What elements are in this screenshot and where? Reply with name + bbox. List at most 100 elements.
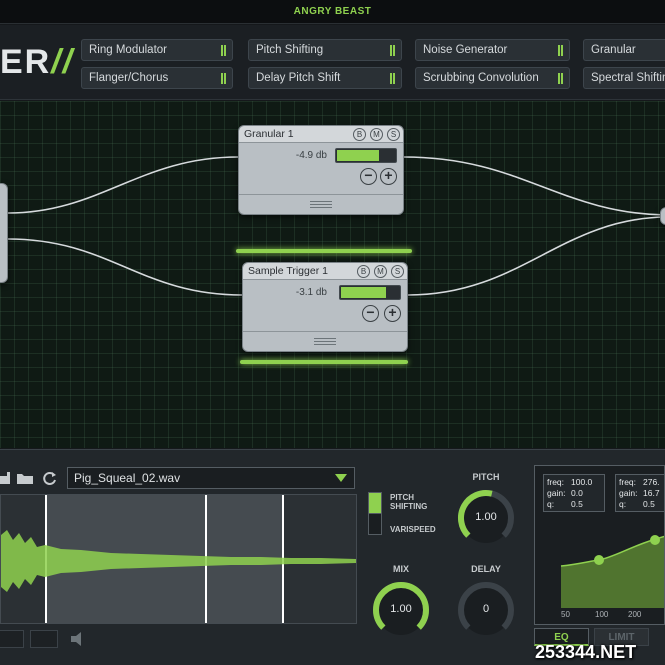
selection-indicator-bottom bbox=[240, 360, 408, 364]
source-node[interactable] bbox=[0, 183, 8, 283]
pitch-shifting-switch[interactable] bbox=[368, 492, 382, 514]
gain-value: 16.7 bbox=[643, 488, 660, 498]
q-value: 0.5 bbox=[643, 499, 655, 509]
selection-indicator-top bbox=[236, 249, 412, 253]
wire-out-sampler bbox=[407, 216, 665, 296]
node-gain-readout: -3.1 db bbox=[295, 287, 327, 298]
varispeed-switch[interactable] bbox=[368, 513, 382, 535]
drag-grip-icon[interactable] bbox=[390, 73, 395, 84]
delay-value: 0 bbox=[482, 603, 490, 615]
effect-scrubbing-convolution[interactable]: Scrubbing Convolution bbox=[415, 67, 570, 89]
effect-delay-pitch-shift[interactable]: Delay Pitch Shift bbox=[248, 67, 402, 89]
output-port[interactable] bbox=[660, 207, 665, 225]
node-title: Granular 1 bbox=[244, 128, 294, 140]
node-header[interactable]: Granular 1 B M S bbox=[239, 126, 403, 143]
node-granular-1[interactable]: Granular 1 B M S -4.9 db − + bbox=[238, 125, 404, 215]
minus-button[interactable]: − bbox=[360, 168, 377, 185]
logo-slashes: // bbox=[51, 43, 75, 81]
node-graph[interactable]: Granular 1 B M S -4.9 db − + Sample Trig… bbox=[0, 101, 665, 448]
gain-label: gain: bbox=[547, 488, 566, 498]
wire-in-sampler bbox=[7, 238, 243, 296]
mix-knob-title: MIX bbox=[392, 564, 409, 574]
freq-label: freq: bbox=[547, 477, 565, 487]
sample-file-name: Pig_Squeal_02.wav bbox=[74, 471, 181, 485]
node-header[interactable]: Sample Trigger 1 B M S bbox=[243, 263, 407, 280]
plus-button[interactable]: + bbox=[380, 168, 397, 185]
effect-flanger-chorus[interactable]: Flanger/Chorus bbox=[81, 67, 233, 89]
mix-knob[interactable]: 1.00 bbox=[366, 575, 436, 645]
effect-granular[interactable]: Granular bbox=[583, 39, 665, 61]
gain-label: gain: bbox=[619, 488, 638, 498]
effect-noise-generator[interactable]: Noise Generator bbox=[415, 39, 570, 61]
pitch-knob[interactable]: 1.00 bbox=[451, 483, 521, 553]
node-footer bbox=[239, 194, 403, 214]
q-label: q: bbox=[547, 499, 555, 509]
effect-spectral-shifting[interactable]: Spectral Shifting bbox=[583, 67, 665, 89]
speaker-icon[interactable] bbox=[68, 630, 92, 648]
drag-handle-icon[interactable] bbox=[314, 338, 336, 345]
bypass-button[interactable]: B bbox=[357, 265, 370, 278]
mute-button[interactable]: M bbox=[374, 265, 387, 278]
freq-tick: 100 bbox=[595, 610, 609, 619]
level-meter[interactable] bbox=[339, 285, 401, 300]
level-meter[interactable] bbox=[335, 148, 397, 163]
solo-button[interactable]: S bbox=[391, 265, 404, 278]
node-footer bbox=[243, 331, 407, 351]
folder-icon[interactable] bbox=[16, 470, 34, 486]
pitch-value: 1.00 bbox=[475, 511, 497, 523]
freq-label: freq: bbox=[619, 477, 637, 487]
varispeed-label: VARISPEED bbox=[390, 525, 436, 534]
save-icon[interactable] bbox=[0, 470, 12, 486]
drag-handle-icon[interactable] bbox=[310, 201, 332, 208]
level-fill bbox=[337, 150, 379, 161]
eq-band-1-handle[interactable] bbox=[594, 555, 604, 565]
delay-knob-title: DELAY bbox=[471, 564, 501, 574]
gain-value: 0.0 bbox=[571, 488, 583, 498]
effect-label: Pitch Shifting bbox=[256, 44, 324, 56]
node-sample-trigger-1[interactable]: Sample Trigger 1 B M S -3.1 db − + bbox=[242, 262, 408, 352]
plus-button[interactable]: + bbox=[384, 305, 401, 322]
effect-ring-modulator[interactable]: Ring Modulator bbox=[81, 39, 233, 61]
effects-header: ER// Ring Modulator Pitch Shifting Noise… bbox=[0, 25, 665, 100]
wire-in-granular bbox=[7, 156, 239, 214]
mode-button-1[interactable] bbox=[0, 630, 24, 648]
dropdown-arrow-icon[interactable] bbox=[335, 474, 347, 482]
eq-band-2-handle[interactable] bbox=[650, 535, 660, 545]
minus-button[interactable]: − bbox=[362, 305, 379, 322]
mode-button-2[interactable] bbox=[30, 630, 58, 648]
level-fill bbox=[341, 287, 387, 298]
eq-band-1-readout[interactable]: freq: 100.0 gain: 0.0 q: 0.5 bbox=[543, 474, 605, 512]
app-title: ANGRY BEAST bbox=[293, 6, 372, 17]
freq-tick: 200 bbox=[628, 610, 642, 619]
node-gain-readout: -4.9 db bbox=[295, 150, 327, 161]
logo-text: ER bbox=[0, 43, 52, 81]
sample-file-select[interactable]: Pig_Squeal_02.wav bbox=[67, 467, 355, 489]
eq-band-2-readout[interactable]: freq: 276. gain: 16.7 q: 0.5 bbox=[615, 474, 664, 512]
eq-curve[interactable] bbox=[535, 516, 665, 608]
freq-value: 276. bbox=[643, 477, 660, 487]
effect-label: Scrubbing Convolution bbox=[423, 72, 539, 84]
delay-knob[interactable]: 0 bbox=[451, 575, 521, 645]
waveform-shape bbox=[1, 530, 356, 592]
refresh-icon[interactable] bbox=[41, 470, 59, 486]
wire-out-granular bbox=[403, 156, 665, 216]
bypass-button[interactable]: B bbox=[353, 128, 366, 141]
effect-label: Spectral Shifting bbox=[591, 72, 665, 84]
drag-grip-icon[interactable] bbox=[390, 45, 395, 56]
eq-panel[interactable]: freq: 100.0 gain: 0.0 q: 0.5 freq: 276. gain… bbox=[534, 465, 665, 625]
effect-label: Flanger/Chorus bbox=[89, 72, 169, 84]
solo-button[interactable]: S bbox=[387, 128, 400, 141]
drag-grip-icon[interactable] bbox=[558, 45, 563, 56]
pitch-shifting-label: PITCH SHIFTING bbox=[390, 493, 428, 511]
effect-pitch-shifting[interactable]: Pitch Shifting bbox=[248, 39, 402, 61]
watermark: 253344.NET bbox=[535, 642, 637, 662]
drag-grip-icon[interactable] bbox=[221, 45, 226, 56]
drag-grip-icon[interactable] bbox=[558, 73, 563, 84]
drag-grip-icon[interactable] bbox=[221, 73, 226, 84]
q-value: 0.5 bbox=[571, 499, 583, 509]
bottom-panel: Pig_Squeal_02.wav PITCH SHIFTING VARISPE… bbox=[0, 449, 665, 665]
title-bar: ANGRY BEAST bbox=[0, 0, 665, 24]
mute-button[interactable]: M bbox=[370, 128, 383, 141]
waveform-display[interactable] bbox=[0, 494, 357, 624]
effect-label: Ring Modulator bbox=[89, 44, 167, 56]
